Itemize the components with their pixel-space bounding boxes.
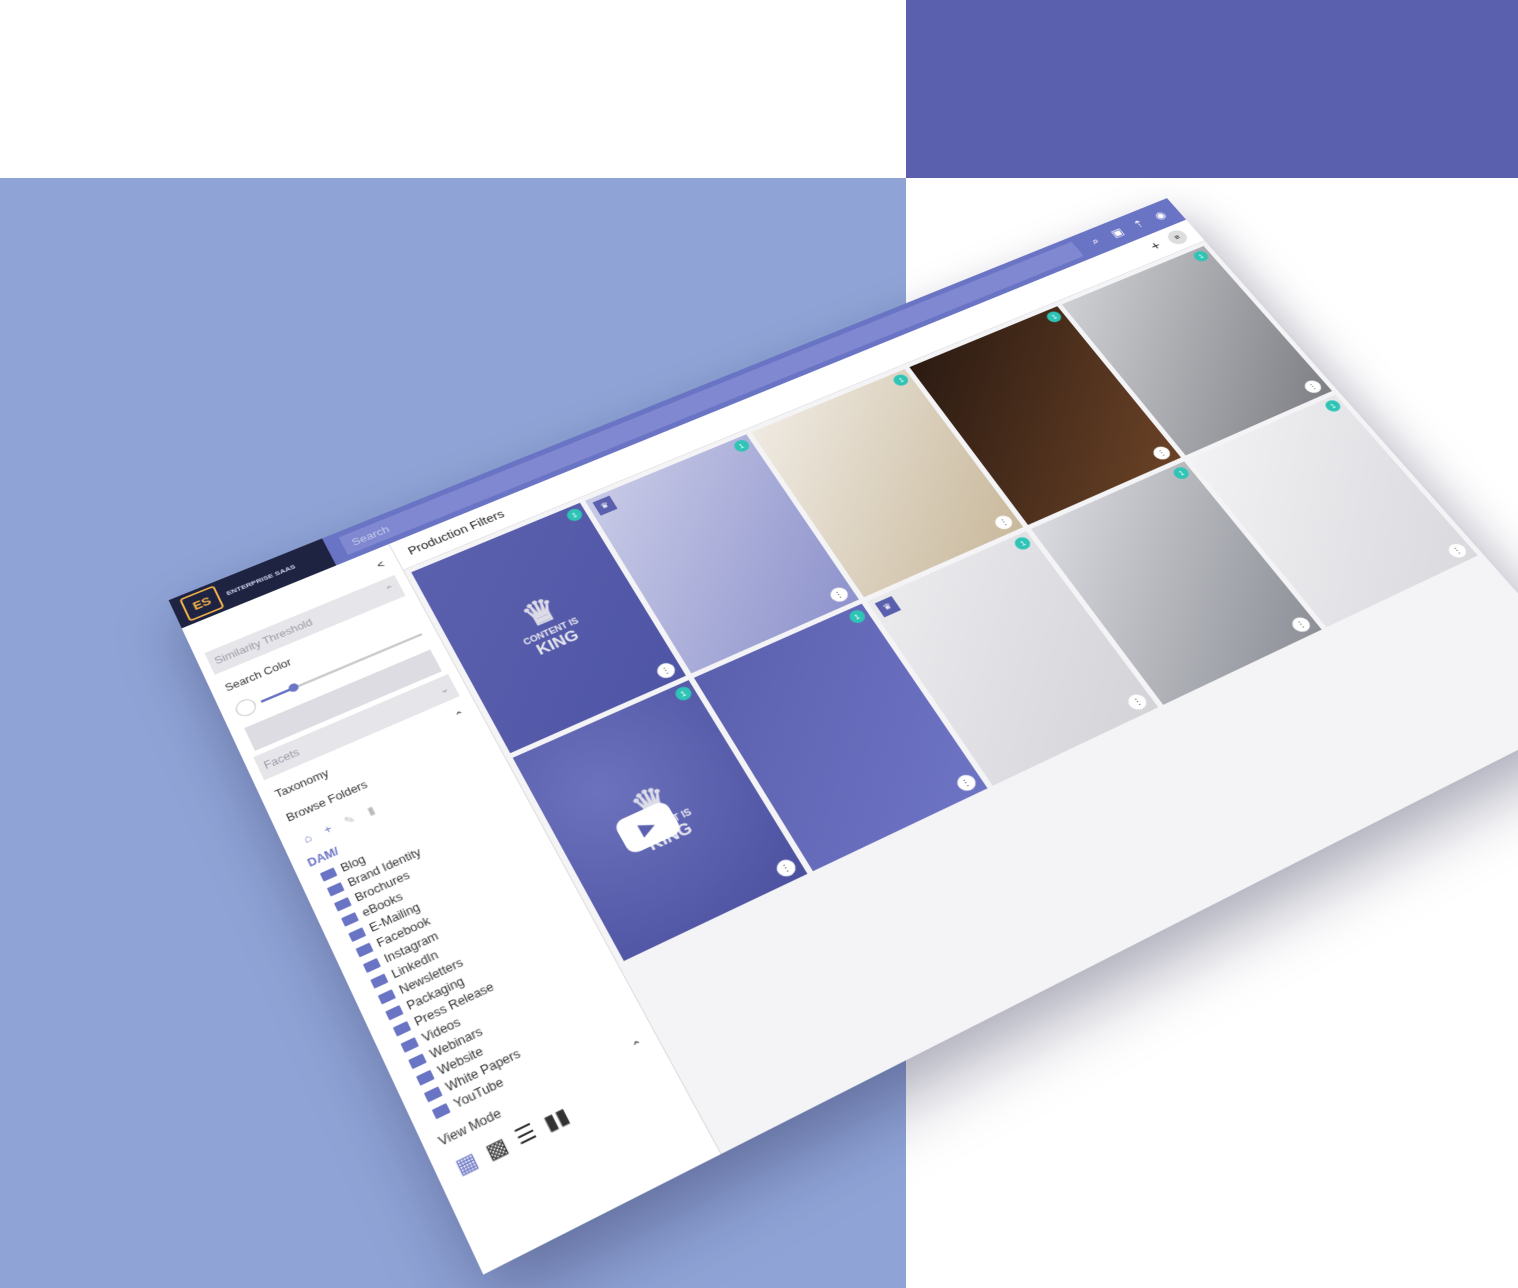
more-options-icon[interactable]: ⋮ — [1301, 378, 1325, 396]
more-options-icon[interactable]: ⋮ — [992, 513, 1016, 532]
trash-icon[interactable]: ▮ — [365, 804, 377, 818]
app-window: ES ENTERPRISE SAAS ⌕ ▣ ⇡ ◉ < Similarity … — [168, 198, 1518, 1275]
chevron-up-icon: ⌃ — [452, 708, 468, 723]
chevron-down-icon: ⌄ — [436, 682, 452, 697]
version-count-badge: 1 — [1191, 249, 1211, 263]
more-options-icon[interactable]: ⋮ — [1125, 691, 1151, 713]
version-count-badge: 1 — [564, 506, 585, 524]
color-picker-knob[interactable] — [232, 696, 259, 720]
more-options-icon[interactable]: ⋮ — [827, 585, 851, 605]
facets-label: Facets — [261, 746, 302, 772]
chevron-up-icon[interactable]: ⌃ — [629, 1037, 646, 1054]
more-options-icon[interactable]: ⋮ — [773, 856, 799, 880]
perspective-stage: ES ENTERPRISE SAAS ⌕ ▣ ⇡ ◉ < Similarity … — [0, 0, 1518, 1288]
content-is-king-logo: ♛CONTENT ISKING — [504, 586, 588, 662]
masonry-view-icon[interactable]: ▦ — [451, 1147, 482, 1181]
version-count-badge: 1 — [1322, 398, 1344, 414]
add-button[interactable]: + — [1147, 239, 1165, 254]
more-options-icon[interactable]: ⋮ — [1445, 541, 1470, 561]
version-count-badge: 1 — [731, 438, 752, 454]
more-options-icon[interactable]: ⋮ — [1150, 444, 1174, 462]
search-icon[interactable]: ⌕ — [1085, 234, 1106, 249]
save-icon[interactable]: ▣ — [1107, 225, 1128, 240]
plus-icon[interactable]: + — [322, 823, 334, 837]
edit-icon[interactable]: ✎ — [342, 812, 357, 827]
version-count-badge: 1 — [1044, 309, 1064, 324]
grid-view-icon[interactable]: ▩ — [481, 1132, 512, 1165]
more-options-icon[interactable]: ⋮ — [953, 772, 979, 794]
brand-mark-icon: ♛ — [592, 495, 618, 516]
slider-handle[interactable] — [286, 681, 300, 693]
more-options-icon[interactable]: ⋮ — [1288, 614, 1314, 635]
list-view-icon[interactable]: ☰ — [511, 1118, 541, 1151]
user-icon[interactable]: ◉ — [1150, 208, 1171, 223]
collapse-sidebar-button[interactable]: < — [375, 559, 386, 571]
upload-icon[interactable]: ⇡ — [1128, 217, 1149, 232]
version-count-badge: 1 — [672, 684, 694, 703]
brand-mark-icon: ♛ — [874, 596, 901, 618]
column-view-icon[interactable]: ▮▮ — [539, 1102, 573, 1137]
version-count-badge: 1 — [891, 372, 912, 388]
main-area: < Similarity Threshold ⌃ Search Color Fa… — [181, 219, 1518, 1275]
more-options-icon[interactable]: ⋮ — [654, 660, 678, 681]
home-icon[interactable]: ⌂ — [301, 831, 313, 845]
chevron-up-icon: ⌃ — [383, 582, 398, 597]
version-count-badge: 1 — [1170, 465, 1192, 481]
sort-button[interactable]: ≡ — [1164, 228, 1191, 247]
version-count-badge: 1 — [846, 608, 868, 626]
version-count-badge: 1 — [1012, 535, 1034, 552]
